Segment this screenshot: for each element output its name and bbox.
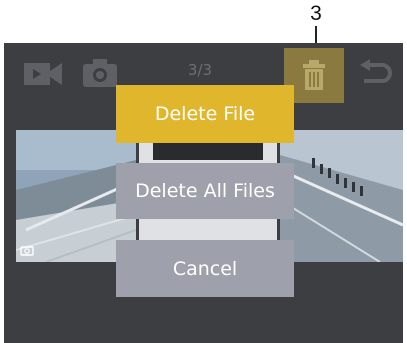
back-arrow-icon[interactable] bbox=[358, 59, 392, 89]
delete-all-files-button[interactable]: Delete All Files bbox=[116, 163, 294, 219]
delete-file-button[interactable]: Delete File bbox=[116, 85, 294, 143]
cancel-button[interactable]: Cancel bbox=[116, 240, 294, 297]
manual-figure: 3 3/3 Delete File Delete All Files Cance… bbox=[0, 0, 407, 343]
camera-screen: 3/3 Delete File Delete All Files Cancel bbox=[4, 43, 403, 343]
trash-icon bbox=[303, 60, 325, 90]
video-camera-icon[interactable] bbox=[22, 59, 64, 89]
photo-camera-icon[interactable] bbox=[81, 57, 119, 89]
file-counter: 3/3 bbox=[187, 61, 213, 79]
thumbnail-right[interactable] bbox=[280, 130, 403, 262]
photo-small-icon bbox=[20, 246, 34, 256]
callout-number: 3 bbox=[310, 2, 322, 25]
